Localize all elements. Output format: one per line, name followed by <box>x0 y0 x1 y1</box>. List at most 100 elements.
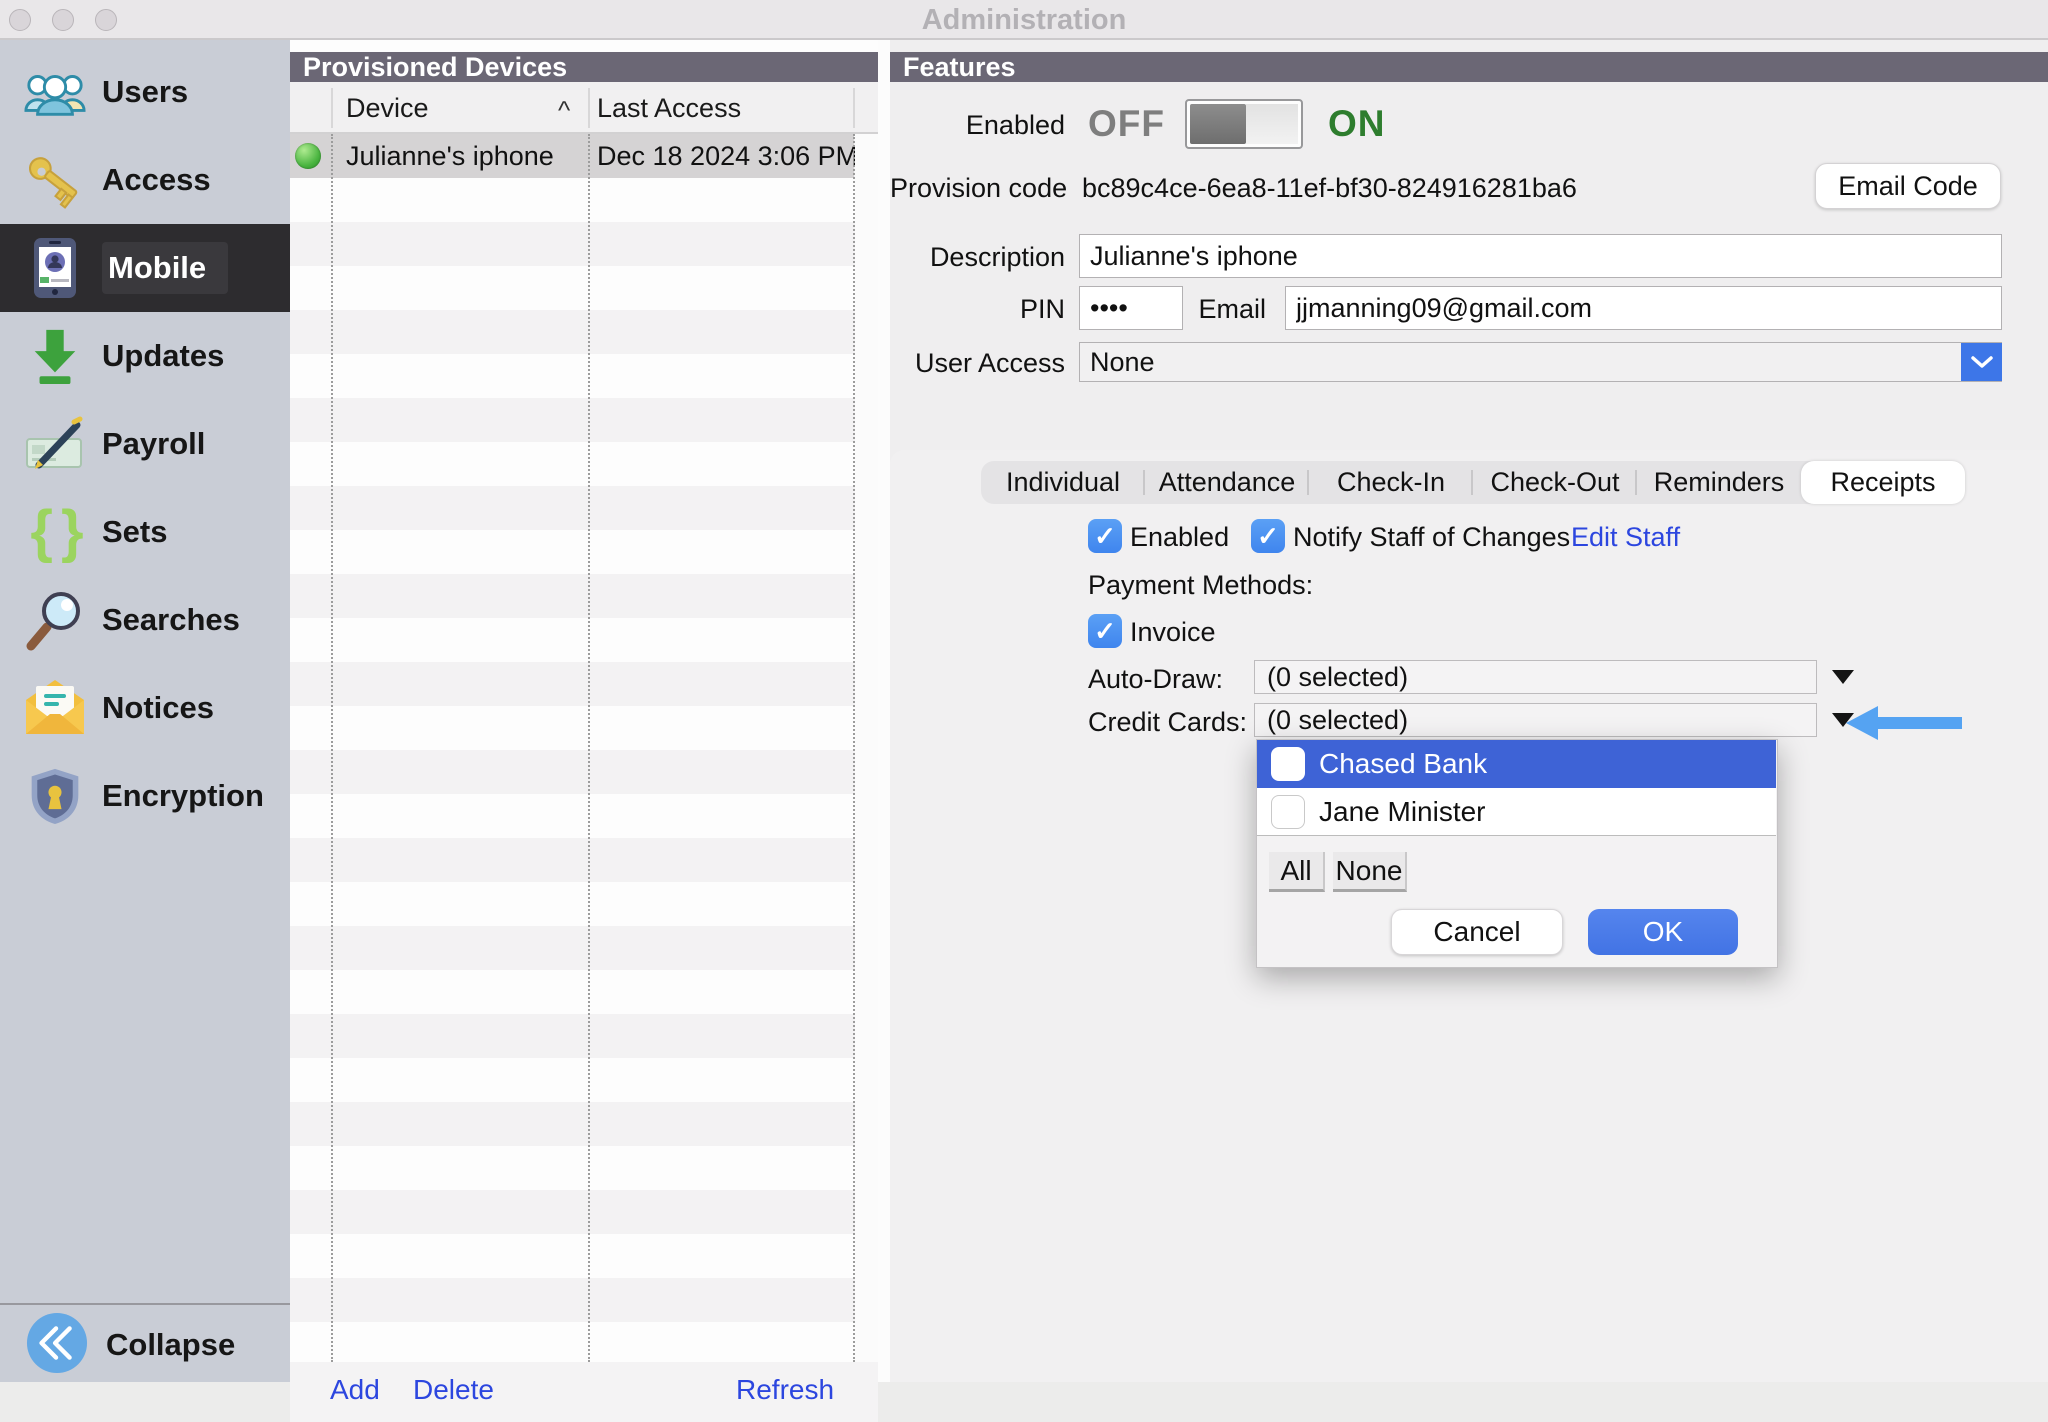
pin-field-label: PIN <box>890 294 1065 325</box>
title-bar: Administration <box>0 0 2048 40</box>
sidebar-item-label: Access <box>102 162 211 198</box>
user-access-dropdown-button[interactable] <box>1961 343 2002 381</box>
provisioned-devices-panel: Provisioned Devices Device ^ Last Access… <box>290 40 878 1382</box>
edit-staff-link[interactable]: Edit Staff <box>1571 522 1680 553</box>
device-detail-panel: Device Enabled OFF ON Provision code bc8… <box>890 40 2048 1382</box>
sidebar-item-payroll[interactable]: Payroll <box>0 400 290 488</box>
sidebar-item-updates[interactable]: Updates <box>0 312 290 400</box>
refresh-button[interactable]: Refresh <box>736 1362 834 1422</box>
auto-draw-label: Auto-Draw: <box>1088 664 1223 695</box>
device-name-cell: Julianne's iphone <box>346 134 554 178</box>
toggle-track <box>1246 104 1298 144</box>
cancel-button[interactable]: Cancel <box>1391 909 1563 955</box>
toggle-thumb[interactable] <box>1190 104 1246 144</box>
toggle-on-label: ON <box>1328 103 1386 145</box>
option-checkbox[interactable] <box>1271 795 1305 829</box>
features-tab-bar: Individual Attendance Check-In Check-Out… <box>981 461 1965 504</box>
table-column-header: Device ^ Last Access <box>290 82 878 134</box>
credit-cards-select[interactable]: (0 selected) <box>1254 703 1817 737</box>
sidebar-item-searches[interactable]: Searches <box>0 576 290 664</box>
shield-keyhole-icon <box>24 765 86 827</box>
email-field-label: Email <box>1148 294 1266 325</box>
sidebar-item-label: Users <box>102 74 188 110</box>
administration-window: Administration Users <box>0 0 2048 1382</box>
invoice-checkbox-label: Invoice <box>1130 617 1216 648</box>
tab-label: Attendance <box>1159 467 1296 497</box>
tab-reminders[interactable]: Reminders <box>1637 461 1801 504</box>
tab-attendance[interactable]: Attendance <box>1145 461 1309 504</box>
enabled-checkbox[interactable] <box>1088 519 1122 553</box>
download-arrow-icon <box>24 325 86 387</box>
collapse-button[interactable]: Collapse <box>0 1308 290 1382</box>
column-header-last-access[interactable]: Last Access <box>597 82 741 134</box>
sidebar-divider <box>0 1303 290 1305</box>
tab-label: Check-In <box>1337 467 1445 497</box>
notify-staff-checkbox[interactable] <box>1251 519 1285 553</box>
select-all-button[interactable]: All <box>1269 852 1325 892</box>
tab-check-out[interactable]: Check-Out <box>1473 461 1637 504</box>
sidebar-item-sets[interactable]: Sets <box>0 488 290 576</box>
column-separator <box>588 88 590 128</box>
provision-code-label: Provision code <box>890 173 1065 204</box>
option-label: Jane Minister <box>1319 788 1486 836</box>
invoice-checkbox[interactable] <box>1088 614 1122 648</box>
provisioned-devices-header: Provisioned Devices <box>290 52 878 82</box>
devices-footer: Add Delete Refresh <box>290 1362 878 1422</box>
user-access-select[interactable]: None <box>1079 342 2002 382</box>
email-code-button[interactable]: Email Code <box>1815 163 2001 209</box>
sidebar-item-label: Updates <box>102 338 224 374</box>
online-status-icon <box>295 143 321 169</box>
popup-option-jane-minister[interactable]: Jane Minister <box>1257 788 1776 836</box>
add-device-button[interactable]: Add <box>330 1362 380 1422</box>
description-input[interactable] <box>1079 234 2002 278</box>
column-gridline <box>331 134 333 1362</box>
email-input[interactable] <box>1285 286 2002 330</box>
paycheck-pen-icon <box>24 413 86 475</box>
features-section-header: Features <box>890 52 2048 82</box>
column-gridline <box>853 134 855 1362</box>
table-row-selected[interactable]: Julianne's iphone Dec 18 2024 3:06 PM <box>290 134 854 178</box>
annotation-arrow-icon <box>1846 706 1962 740</box>
tab-label: Reminders <box>1654 467 1785 497</box>
provision-code-value: bc89c4ce-6ea8-11ef-bf30-824916281ba6 <box>1082 173 1577 204</box>
double-chevron-left-icon <box>26 1312 88 1379</box>
window-title: Administration <box>0 0 2048 40</box>
sidebar-item-encryption[interactable]: Encryption <box>0 752 290 840</box>
auto-draw-select[interactable]: (0 selected) <box>1254 660 1817 694</box>
sidebar-item-label: Encryption <box>102 778 264 814</box>
magnifier-icon <box>24 589 86 651</box>
credit-cards-popup: Chased Bank Jane Minister All None Cance… <box>1256 739 1778 968</box>
select-none-button[interactable]: None <box>1333 852 1407 892</box>
sidebar-item-label: Searches <box>102 602 240 638</box>
tab-label: Check-Out <box>1490 467 1619 497</box>
sidebar-item-label: Sets <box>102 514 167 550</box>
enabled-toggle[interactable] <box>1185 99 1303 149</box>
chevron-down-icon <box>1971 356 1993 369</box>
curly-braces-icon <box>24 501 86 563</box>
scrollbar-gutter <box>855 134 878 1362</box>
tab-individual[interactable]: Individual <box>981 461 1145 504</box>
option-label: Chased Bank <box>1319 740 1487 788</box>
sort-ascending-icon[interactable]: ^ <box>558 82 570 134</box>
popup-option-chased-bank[interactable]: Chased Bank <box>1257 740 1776 788</box>
key-icon <box>24 149 86 211</box>
sidebar-item-access[interactable]: Access <box>0 136 290 224</box>
sidebar-item-label: Notices <box>102 690 214 726</box>
tab-receipts[interactable]: Receipts <box>1801 461 1965 504</box>
tab-check-in[interactable]: Check-In <box>1309 461 1473 504</box>
enabled-field-label: Enabled <box>890 110 1065 141</box>
sidebar-item-mobile[interactable]: Mobile <box>0 224 290 312</box>
popup-option-list: Chased Bank Jane Minister <box>1257 740 1776 836</box>
column-gridline <box>588 134 590 1362</box>
ok-button[interactable]: OK <box>1588 909 1738 955</box>
notify-staff-label: Notify Staff of Changes <box>1293 522 1570 553</box>
tab-label: Receipts <box>1830 467 1935 497</box>
auto-draw-dropdown-icon[interactable] <box>1832 670 1854 684</box>
column-header-device[interactable]: Device <box>346 82 429 134</box>
sidebar-item-notices[interactable]: Notices <box>0 664 290 752</box>
payment-methods-label: Payment Methods: <box>1088 570 1313 601</box>
option-checkbox[interactable] <box>1271 747 1305 781</box>
sidebar-item-label: Payroll <box>102 426 205 462</box>
delete-device-button[interactable]: Delete <box>413 1362 494 1422</box>
sidebar-item-users[interactable]: Users <box>0 48 290 136</box>
